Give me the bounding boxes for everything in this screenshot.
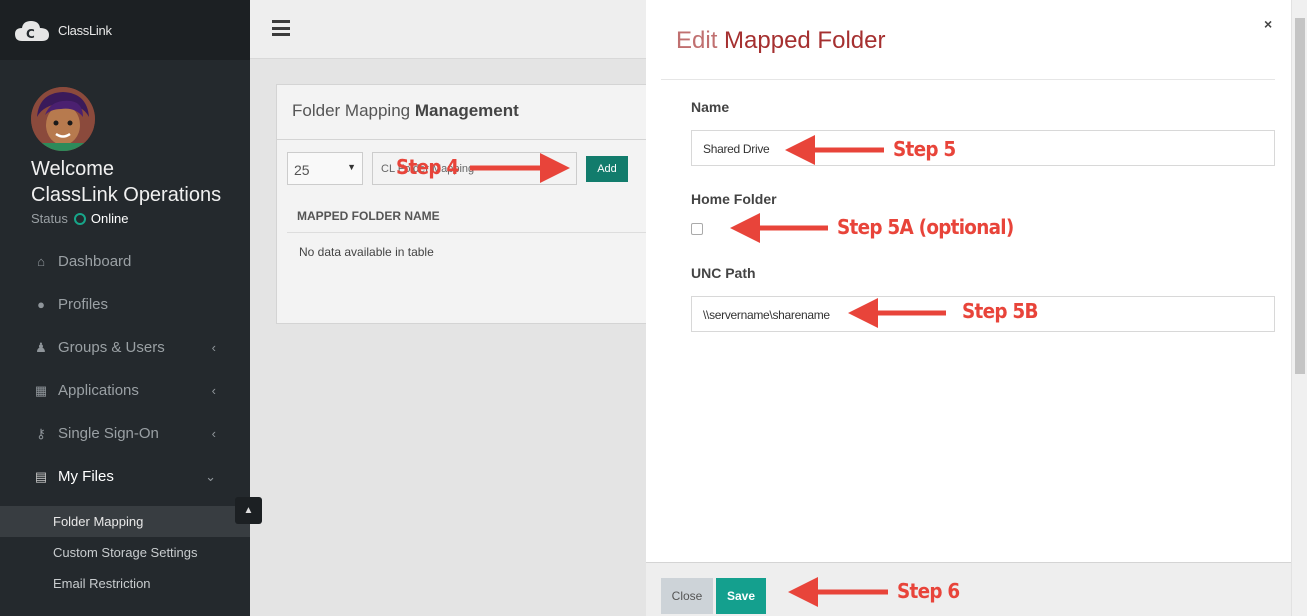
step5a-annotation: Step 5A (optional)	[837, 215, 1014, 239]
step5b-annotation: Step 5B	[962, 299, 1039, 323]
step5-annotation: Step 5	[893, 137, 956, 161]
step6-annotation: Step 6	[897, 579, 960, 603]
annotation-arrows	[470, 135, 946, 607]
step4-annotation: Step 4	[396, 155, 459, 179]
